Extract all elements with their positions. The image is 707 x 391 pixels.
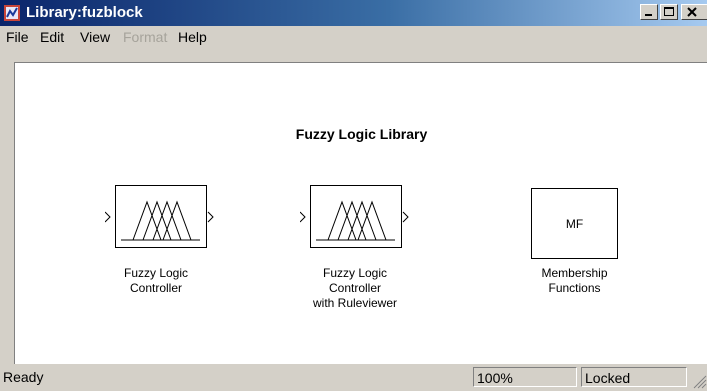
fuzzy-logic-controller-ruleviewer-block[interactable] xyxy=(300,185,412,249)
library-canvas[interactable]: Fuzzy Logic Library Fuzzy Logic Controll… xyxy=(14,62,707,365)
close-icon xyxy=(687,7,697,17)
zoom-level: 100% xyxy=(473,367,577,387)
menu-bar: File Edit View Format Help xyxy=(0,26,707,48)
status-text: Ready xyxy=(3,369,44,385)
library-title: Fuzzy Logic Library xyxy=(295,126,428,142)
maximize-button[interactable] xyxy=(660,4,678,20)
close-button[interactable] xyxy=(681,4,707,20)
mf-label: MF xyxy=(565,216,584,231)
menu-help[interactable]: Help xyxy=(178,26,207,48)
minimize-button[interactable] xyxy=(640,4,658,20)
window-title: Library:fuzblock xyxy=(26,4,143,21)
status-bar: Ready 100% Locked xyxy=(0,364,707,391)
maximize-icon xyxy=(664,7,674,16)
simulink-app-icon xyxy=(4,5,20,21)
fuzzy-logic-controller-label: Fuzzy Logic Controller xyxy=(123,266,189,295)
resize-grip-icon[interactable] xyxy=(691,373,707,389)
membership-functions-label: Membership Functions xyxy=(541,266,608,295)
title-bar[interactable]: Library:fuzblock xyxy=(0,0,707,26)
fuzzy-logic-controller-ruleviewer-label: Fuzzy Logic Controller with Ruleviewer xyxy=(312,266,398,310)
menu-file[interactable]: File xyxy=(6,26,29,48)
membership-functions-block[interactable]: MF xyxy=(531,188,618,259)
fuzzy-logic-controller-block[interactable] xyxy=(105,185,217,249)
lock-status: Locked xyxy=(581,367,687,387)
menu-view[interactable]: View xyxy=(80,26,110,48)
menu-edit[interactable]: Edit xyxy=(40,26,64,48)
menu-format[interactable]: Format xyxy=(123,26,167,48)
minimize-icon xyxy=(645,14,652,16)
